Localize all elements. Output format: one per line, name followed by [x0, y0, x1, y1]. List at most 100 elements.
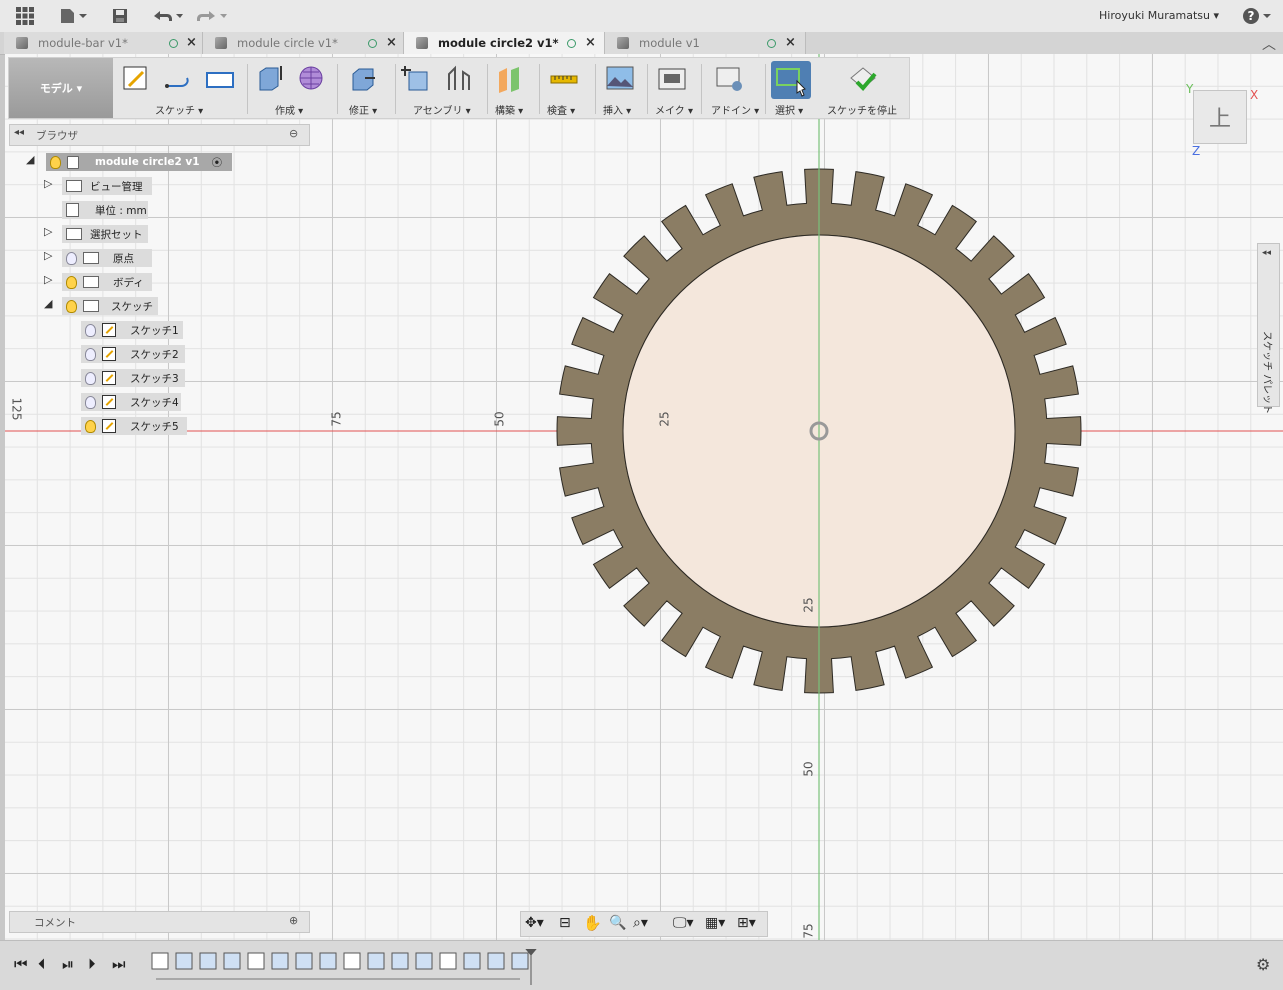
- scripts-icon[interactable]: [715, 64, 745, 94]
- timeline-feature-icon[interactable]: [247, 952, 265, 970]
- tab-module-bar[interactable]: module-bar v1* ×: [4, 32, 203, 54]
- offset-plane-icon[interactable]: [495, 64, 525, 94]
- timeline-feature-icon[interactable]: [343, 952, 361, 970]
- expand-triangle-icon[interactable]: ▷: [44, 177, 52, 190]
- workspace-mode-button[interactable]: モデル ▾: [9, 58, 113, 118]
- modify-menu[interactable]: 修正 ▾: [349, 102, 377, 117]
- browser-panel-header[interactable]: ◂◂ ブラウザ ⊖: [9, 124, 310, 146]
- 3d-print-icon[interactable]: [657, 64, 687, 94]
- collapse-tabs-icon[interactable]: ︿: [1262, 34, 1276, 54]
- browser-item-selection-sets[interactable]: 選択セット: [62, 225, 148, 243]
- close-tab-icon[interactable]: ×: [186, 35, 197, 50]
- timeline-feature-icon[interactable]: [487, 952, 505, 970]
- collapse-triangle-icon[interactable]: ◢: [26, 153, 34, 166]
- save-icon[interactable]: [110, 6, 130, 26]
- timeline-end-icon[interactable]: ⏭: [112, 955, 126, 973]
- visibility-bulb-icon[interactable]: [85, 347, 96, 361]
- timeline-feature-icon[interactable]: [271, 952, 289, 970]
- pan-hand-icon[interactable]: ✋: [583, 914, 602, 932]
- insert-image-icon[interactable]: [605, 64, 635, 94]
- collapse-triangle-icon[interactable]: ◢: [44, 297, 52, 310]
- assemble-menu[interactable]: アセンブリ ▾: [413, 102, 471, 117]
- visibility-bulb-icon[interactable]: [85, 395, 96, 409]
- add-comment-icon[interactable]: ⊕: [289, 914, 298, 927]
- press-pull-icon[interactable]: [349, 64, 379, 94]
- comments-panel-header[interactable]: コメント ⊕: [9, 911, 310, 933]
- joint-icon[interactable]: [445, 64, 475, 94]
- visibility-bulb-icon[interactable]: [66, 275, 77, 289]
- browser-item-origin[interactable]: 原点: [62, 249, 152, 267]
- help-icon[interactable]: ?: [1241, 6, 1273, 26]
- browser-item-units[interactable]: 単位 : mm: [62, 201, 148, 219]
- inspect-menu[interactable]: 検査 ▾: [547, 102, 575, 117]
- measure-icon[interactable]: [549, 64, 579, 94]
- undo-icon[interactable]: [150, 6, 184, 26]
- display-settings-icon[interactable]: 🖵▾: [673, 915, 694, 931]
- collapse-panel-icon[interactable]: ◂◂: [14, 127, 24, 138]
- make-menu[interactable]: メイク ▾: [655, 102, 693, 117]
- create-menu[interactable]: 作成 ▾: [275, 102, 303, 117]
- viewports-icon[interactable]: ⊞▾: [737, 915, 756, 931]
- tab-module[interactable]: module v1 ×: [605, 32, 806, 54]
- expand-triangle-icon[interactable]: ▷: [44, 225, 52, 238]
- sketch-menu[interactable]: スケッチ ▾: [155, 102, 203, 117]
- timeline-feature-icon[interactable]: [199, 952, 217, 970]
- timeline-feature-icon[interactable]: [151, 952, 169, 970]
- timeline-start-icon[interactable]: ⏮: [14, 955, 28, 973]
- visibility-bulb-icon[interactable]: [85, 419, 96, 433]
- timeline-feature-icon[interactable]: [415, 952, 433, 970]
- browser-root-node[interactable]: module circle2 v1 ⦿: [46, 153, 232, 171]
- timeline-feature-icon[interactable]: [223, 952, 241, 970]
- sketch-rectangle-icon[interactable]: [205, 64, 235, 94]
- view-cube[interactable]: 上: [1193, 90, 1247, 144]
- redo-icon[interactable]: [194, 6, 228, 26]
- sketch-line-icon[interactable]: [163, 64, 193, 94]
- browser-item-bodies[interactable]: ボディ: [62, 273, 152, 291]
- browser-item-sketch4[interactable]: スケッチ4: [81, 393, 181, 411]
- file-icon[interactable]: [58, 6, 88, 26]
- timeline-feature-icon[interactable]: [439, 952, 457, 970]
- addins-menu[interactable]: アドイン ▾: [711, 102, 759, 117]
- tab-module-circle2[interactable]: module circle2 v1* ×: [404, 32, 605, 54]
- visibility-bulb-icon[interactable]: [50, 155, 61, 169]
- timeline-feature-icon[interactable]: [295, 952, 313, 970]
- panel-toggle-icon[interactable]: ⊖: [289, 127, 298, 140]
- create-sketch-icon[interactable]: [121, 64, 151, 94]
- stop-sketch-button[interactable]: スケッチを停止: [827, 102, 897, 117]
- expand-triangle-icon[interactable]: ▷: [44, 249, 52, 262]
- timeline-feature-icon[interactable]: [511, 952, 529, 970]
- timeline-prev-icon[interactable]: ⏴: [38, 955, 46, 973]
- new-component-icon[interactable]: [401, 64, 431, 94]
- user-menu[interactable]: Hiroyuki Muramatsu ▾: [1099, 9, 1219, 22]
- sketch-palette-panel[interactable]: ◂◂ スケッチ パレット: [1257, 243, 1280, 414]
- visibility-bulb-icon[interactable]: [66, 251, 77, 265]
- timeline-feature-icon[interactable]: [319, 952, 337, 970]
- browser-item-sketch3[interactable]: スケッチ3: [81, 369, 185, 387]
- insert-menu[interactable]: 挿入 ▾: [603, 102, 631, 117]
- fit-icon[interactable]: ⌕▾: [633, 915, 648, 931]
- browser-item-sketch5[interactable]: スケッチ5: [81, 417, 187, 435]
- extrude-icon[interactable]: [255, 64, 285, 94]
- visibility-bulb-icon[interactable]: [85, 323, 96, 337]
- activate-icon[interactable]: ⦿: [212, 155, 223, 170]
- visibility-bulb-icon[interactable]: [66, 299, 77, 313]
- close-tab-icon[interactable]: ×: [585, 35, 596, 50]
- select-menu[interactable]: 選択 ▾: [775, 102, 803, 117]
- form-icon[interactable]: [297, 64, 327, 94]
- timeline-play-icon[interactable]: ⏯: [62, 955, 74, 973]
- timeline-feature-icon[interactable]: [391, 952, 409, 970]
- timeline-feature-icon[interactable]: [175, 952, 193, 970]
- timeline-feature-icon[interactable]: [463, 952, 481, 970]
- canvas-viewport[interactable]: 125 75 50 25 25 50 75: [5, 54, 1283, 940]
- close-tab-icon[interactable]: ×: [785, 35, 796, 50]
- browser-item-sketch1[interactable]: スケッチ1: [81, 321, 183, 339]
- browser-item-sketch2[interactable]: スケッチ2: [81, 345, 185, 363]
- settings-gear-icon[interactable]: ⚙: [1256, 955, 1270, 974]
- expand-triangle-icon[interactable]: ▷: [44, 273, 52, 286]
- timeline-features[interactable]: [148, 949, 543, 985]
- timeline-feature-icon[interactable]: [367, 952, 385, 970]
- construct-menu[interactable]: 構築 ▾: [495, 102, 523, 117]
- grid-settings-icon[interactable]: ▦▾: [705, 915, 725, 931]
- app-grid-icon[interactable]: [14, 6, 36, 26]
- close-tab-icon[interactable]: ×: [386, 35, 397, 50]
